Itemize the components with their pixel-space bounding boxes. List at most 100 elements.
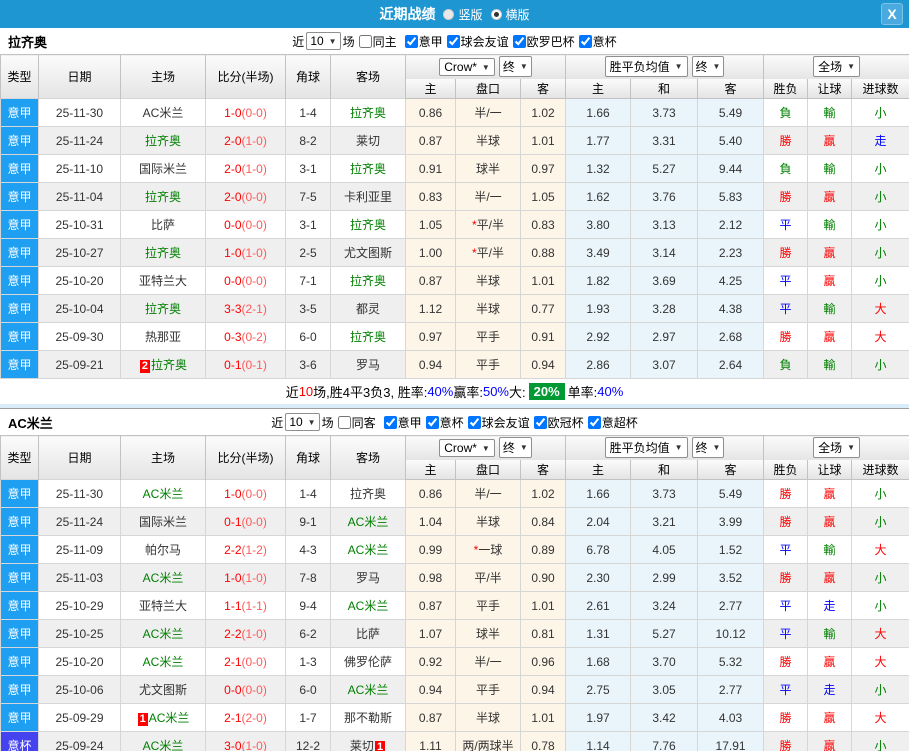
home-team-name[interactable]: AC米兰 <box>143 487 184 501</box>
away-team-cell[interactable]: 那不勒斯 <box>330 703 406 732</box>
away-team-cell[interactable]: 拉齐奥 <box>330 154 406 183</box>
away-team-name[interactable]: 拉齐奥 <box>350 218 386 232</box>
layout-mode-horizontal[interactable]: 横版 <box>490 6 530 23</box>
home-team-cell[interactable]: 帕尔马 <box>120 535 206 564</box>
away-team-cell[interactable]: AC米兰 <box>330 535 406 564</box>
league-filter-0-checkbox[interactable] <box>404 34 418 48</box>
league-filter-3[interactable]: 意杯 <box>575 33 617 50</box>
league-filter-2-label[interactable]: 欧罗巴杯 <box>527 35 575 49</box>
league-filter-3-checkbox[interactable] <box>578 34 592 48</box>
away-team-name[interactable]: 罗马 <box>356 571 380 585</box>
away-team-name[interactable]: 拉齐奥 <box>350 487 386 501</box>
same-venue-filter-label[interactable]: 同客 <box>352 416 376 430</box>
home-team-cell[interactable]: 亚特兰大 <box>120 266 206 295</box>
radio-horizontal-label[interactable]: 横版 <box>506 6 530 23</box>
league-filter-1-label[interactable]: 球会友谊 <box>461 35 509 49</box>
layout-mode-vertical[interactable]: 竖版 <box>443 6 483 23</box>
avg-stage-select[interactable]: 终 ▼ <box>691 437 725 459</box>
league-filter-4-label[interactable]: 意超杯 <box>602 416 638 430</box>
away-team-name[interactable]: 拉齐奥 <box>350 162 386 176</box>
radio-vertical-label[interactable]: 竖版 <box>458 6 482 23</box>
away-team-cell[interactable]: 罗马 <box>330 563 406 592</box>
home-team-cell[interactable]: 比萨 <box>120 210 206 239</box>
away-team-cell[interactable]: 佛罗伦萨 <box>330 647 406 676</box>
league-filter-2-label[interactable]: 球会友谊 <box>482 416 530 430</box>
odds-stage-select[interactable]: 终 ▼ <box>498 437 532 459</box>
league-filter-0-checkbox[interactable] <box>383 415 397 429</box>
home-team-cell[interactable]: 热那亚 <box>120 322 206 351</box>
league-filter-4[interactable]: 意超杯 <box>584 414 638 431</box>
home-team-name[interactable]: 帕尔马 <box>145 543 181 557</box>
home-team-name[interactable]: 拉齐奥 <box>145 302 181 316</box>
home-team-cell[interactable]: AC米兰 <box>120 563 206 592</box>
away-team-cell[interactable]: 尤文图斯 <box>330 238 406 267</box>
league-filter-1[interactable]: 意杯 <box>422 414 464 431</box>
period-select[interactable]: 全场 ▼ <box>813 437 860 459</box>
same-venue-filter[interactable]: 同主 <box>355 33 397 50</box>
away-team-name[interactable]: AC米兰 <box>348 543 389 557</box>
close-icon[interactable]: X <box>881 3 903 25</box>
home-team-cell[interactable]: 尤文图斯 <box>120 675 206 704</box>
away-team-cell[interactable]: 拉齐奥 <box>330 322 406 351</box>
league-filter-2[interactable]: 欧罗巴杯 <box>509 33 575 50</box>
away-team-name[interactable]: 罗马 <box>356 358 380 372</box>
away-team-name[interactable]: 卡利亚里 <box>344 190 392 204</box>
away-team-name[interactable]: 莱切 <box>356 134 380 148</box>
league-filter-0-label[interactable]: 意甲 <box>419 35 443 49</box>
home-team-name[interactable]: 亚特兰大 <box>139 274 187 288</box>
away-team-cell[interactable]: AC米兰 <box>330 507 406 536</box>
home-team-name[interactable]: AC米兰 <box>143 571 184 585</box>
away-team-cell[interactable]: 拉齐奥 <box>330 479 406 508</box>
home-team-name[interactable]: 尤文图斯 <box>139 683 187 697</box>
avg-stage-select[interactable]: 终 ▼ <box>691 56 725 78</box>
period-select[interactable]: 全场 ▼ <box>813 56 860 78</box>
away-team-name[interactable]: 莱切 <box>350 739 374 751</box>
league-filter-2-checkbox[interactable] <box>467 415 481 429</box>
away-team-cell[interactable]: 罗马 <box>330 350 406 379</box>
away-team-name[interactable]: 尤文图斯 <box>344 246 392 260</box>
away-team-cell[interactable]: 卡利亚里 <box>330 182 406 211</box>
home-team-name[interactable]: 比萨 <box>151 218 175 232</box>
home-team-name[interactable]: AC米兰 <box>149 711 190 725</box>
same-venue-filter-checkbox[interactable] <box>337 415 351 429</box>
home-team-cell[interactable]: AC米兰 <box>120 619 206 648</box>
league-filter-3-label[interactable]: 意杯 <box>593 35 617 49</box>
league-filter-0[interactable]: 意甲 <box>380 414 422 431</box>
away-team-cell[interactable]: 莱切 1 <box>330 731 406 751</box>
home-team-name[interactable]: 拉齐奥 <box>145 134 181 148</box>
away-team-name[interactable]: 佛罗伦萨 <box>344 655 392 669</box>
away-team-name[interactable]: 拉齐奥 <box>350 106 386 120</box>
avg-type-select[interactable]: 胜平负均值 ▼ <box>604 437 688 459</box>
home-team-cell[interactable]: 拉齐奥 <box>120 182 206 211</box>
home-team-name[interactable]: 拉齐奥 <box>145 246 181 260</box>
away-team-name[interactable]: 拉齐奥 <box>350 330 386 344</box>
league-filter-1-checkbox[interactable] <box>446 34 460 48</box>
away-team-name[interactable]: AC米兰 <box>348 683 389 697</box>
league-filter-2[interactable]: 球会友谊 <box>464 414 530 431</box>
home-team-name[interactable]: AC米兰 <box>143 739 184 751</box>
away-team-cell[interactable]: 拉齐奥 <box>330 210 406 239</box>
league-filter-0-label[interactable]: 意甲 <box>398 416 422 430</box>
away-team-cell[interactable]: 莱切 <box>330 126 406 155</box>
same-venue-filter[interactable]: 同客 <box>334 414 376 431</box>
bookmaker-select[interactable]: Crow* ▼ <box>439 439 495 458</box>
home-team-cell[interactable]: AC米兰 <box>120 479 206 508</box>
home-team-cell[interactable]: 1 AC米兰 <box>120 703 206 732</box>
away-team-name[interactable]: 那不勒斯 <box>344 711 392 725</box>
home-team-name[interactable]: 拉齐奥 <box>145 190 181 204</box>
home-team-name[interactable]: AC米兰 <box>143 655 184 669</box>
league-filter-3[interactable]: 欧冠杯 <box>530 414 584 431</box>
league-filter-0[interactable]: 意甲 <box>401 33 443 50</box>
home-team-name[interactable]: 热那亚 <box>145 330 181 344</box>
home-team-name[interactable]: 国际米兰 <box>139 515 187 529</box>
league-filter-1-label[interactable]: 意杯 <box>440 416 464 430</box>
league-filter-1-checkbox[interactable] <box>425 415 439 429</box>
home-team-cell[interactable]: 2 拉齐奥 <box>120 350 206 379</box>
home-team-name[interactable]: AC米兰 <box>143 627 184 641</box>
home-team-name[interactable]: 亚特兰大 <box>139 599 187 613</box>
away-team-cell[interactable]: 拉齐奥 <box>330 266 406 295</box>
avg-type-select[interactable]: 胜平负均值 ▼ <box>604 56 688 78</box>
home-team-name[interactable]: 国际米兰 <box>139 162 187 176</box>
away-team-cell[interactable]: AC米兰 <box>330 675 406 704</box>
home-team-cell[interactable]: 拉齐奥 <box>120 294 206 323</box>
